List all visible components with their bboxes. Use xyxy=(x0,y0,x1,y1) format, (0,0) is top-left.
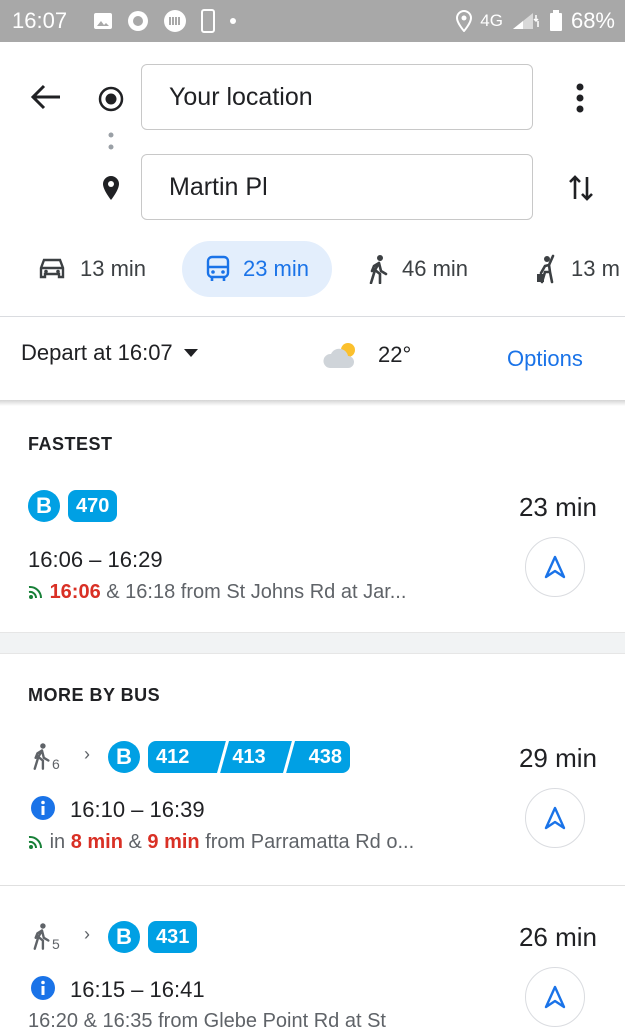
mode-ride-label: 13 m xyxy=(571,256,620,281)
route-duration: 23 min xyxy=(518,492,597,522)
mode-transit[interactable]: 23 min xyxy=(182,241,332,297)
walk-icon xyxy=(369,255,388,284)
walk-icon xyxy=(33,743,50,770)
route-departures: in 8 min & 9 min from Parramatta Rd o... xyxy=(28,831,414,854)
battery-icon xyxy=(549,10,562,31)
location-icon xyxy=(456,10,473,32)
destination-input[interactable]: Martin Pl xyxy=(141,154,533,220)
chevron-right-icon: › xyxy=(84,744,90,764)
section-gap xyxy=(0,632,625,654)
row-divider xyxy=(0,885,625,886)
walk-icon xyxy=(33,923,50,950)
swap-button[interactable] xyxy=(563,170,599,206)
system-icons: 4G 68% xyxy=(456,8,615,34)
bus-badge: B xyxy=(28,490,60,522)
route-duration: 29 min xyxy=(518,743,597,773)
departure-detail: 16:18 from St Johns Rd at Jar... xyxy=(125,581,407,603)
navigate-button[interactable] xyxy=(525,788,585,848)
amp-text: & xyxy=(100,581,126,603)
route-times: 16:15 – 16:41 xyxy=(70,977,205,1002)
navigation-arrow-icon xyxy=(544,985,566,1009)
bus-badge: B xyxy=(108,741,140,773)
live-signal-icon xyxy=(28,585,43,599)
origin-input[interactable]: Your location xyxy=(141,64,533,130)
destination-text: Martin Pl xyxy=(169,172,268,201)
walk-segment: 5 xyxy=(32,920,60,952)
car-icon xyxy=(39,258,65,279)
realtime-departure: 16:06 xyxy=(49,581,101,603)
travel-mode-tabs: 13 min 23 min 46 min 13 m xyxy=(0,241,625,297)
route-departures: 16:20 & 16:35 from Glebe Point Rd at St xyxy=(28,1010,386,1032)
notification-icons xyxy=(93,9,237,33)
info-icon xyxy=(31,796,55,820)
network-label: 4G xyxy=(480,11,503,30)
route-pill: 431 xyxy=(148,921,198,953)
walk-minutes: 6 xyxy=(52,756,60,772)
circle-icon xyxy=(128,11,148,31)
route-duration: 26 min xyxy=(518,922,597,952)
chevron-right-icon: › xyxy=(84,924,90,944)
nba-icon xyxy=(201,9,215,33)
arrow-left-icon xyxy=(30,84,60,110)
bus-icon xyxy=(206,255,230,281)
walk-minutes: 5 xyxy=(52,936,60,952)
bus-badge: B xyxy=(108,921,140,953)
amp-text: & xyxy=(122,831,148,853)
dropdown-arrow-icon xyxy=(183,349,198,357)
route-times: 16:06 – 16:29 xyxy=(28,547,163,572)
mode-driving-label: 13 min xyxy=(80,256,147,281)
origin-dot-icon xyxy=(96,84,126,114)
section-title-more-by-bus: MORE BY BUS xyxy=(28,685,161,705)
divider xyxy=(0,316,625,317)
mode-transit-label: 23 min xyxy=(242,256,310,281)
opal-icon xyxy=(164,10,186,32)
section-title-fastest: FASTEST xyxy=(28,434,113,454)
options-button[interactable]: Options xyxy=(507,346,583,372)
mode-driving[interactable]: 13 min xyxy=(36,241,146,297)
route-dots-icon xyxy=(106,131,116,153)
live-signal-icon xyxy=(28,835,43,849)
partly-cloudy-icon xyxy=(323,343,355,368)
dot-icon xyxy=(230,18,236,24)
info-icon xyxy=(31,976,55,1000)
more-options-button[interactable] xyxy=(566,80,594,116)
temperature: 22° xyxy=(378,342,412,367)
route-departures: 16:06 & 16:18 from St Johns Rd at Jar... xyxy=(28,581,406,604)
navigation-arrow-icon xyxy=(544,806,566,830)
shadow-divider xyxy=(0,400,625,406)
weather-info: 22° xyxy=(322,340,411,370)
route-pill: 470 xyxy=(68,490,118,522)
depart-label: Depart at 16:07 xyxy=(21,340,173,365)
swap-vert-icon xyxy=(569,175,593,201)
hail-icon xyxy=(537,254,555,284)
status-time: 16:07 xyxy=(12,8,68,33)
status-bar: 16:07 4G 68% xyxy=(0,0,625,42)
mode-walking[interactable]: 46 min xyxy=(368,241,468,297)
pill-separators xyxy=(216,741,296,773)
route-times: 16:10 – 16:39 xyxy=(70,797,205,822)
depart-time-selector[interactable]: Depart at 16:07 xyxy=(21,340,199,366)
destination-pin-icon xyxy=(100,174,122,202)
navigate-button[interactable] xyxy=(525,537,585,597)
navigation-arrow-icon xyxy=(544,555,566,579)
signal-icon xyxy=(512,13,539,29)
mode-walking-label: 46 min xyxy=(402,256,469,281)
navigate-button[interactable] xyxy=(525,967,585,1027)
battery-level: 68% xyxy=(570,8,615,33)
realtime-1: 8 min xyxy=(70,831,123,853)
back-button[interactable] xyxy=(26,80,66,114)
image-icon xyxy=(94,13,112,29)
mode-ride[interactable]: 13 m xyxy=(535,241,620,297)
departure-detail: from Parramatta Rd o... xyxy=(199,831,415,853)
origin-text: Your location xyxy=(169,82,313,111)
walk-segment: 6 xyxy=(32,740,60,772)
departure-prefix: in xyxy=(49,831,71,853)
realtime-2: 9 min xyxy=(147,831,200,853)
more-vert-icon xyxy=(576,83,584,113)
